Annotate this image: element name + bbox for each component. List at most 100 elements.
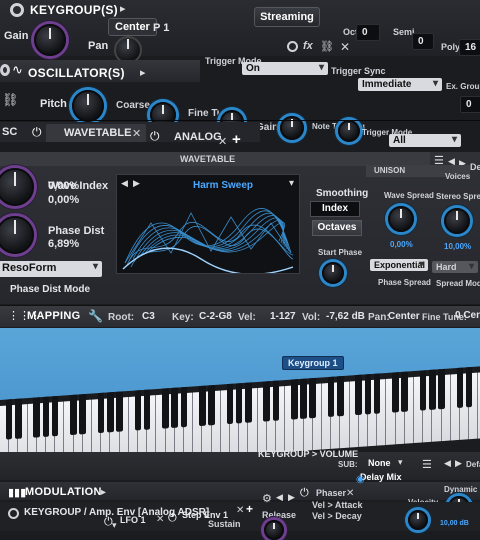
pan-value[interactable]: Center <box>388 311 420 322</box>
power-icon[interactable]: ⏻ <box>300 487 309 500</box>
octaves-button[interactable]: Octaves <box>312 220 362 236</box>
fx-icon[interactable]: fx <box>303 40 313 52</box>
close-icon[interactable]: ✕ <box>346 488 354 499</box>
index-button[interactable]: Index <box>310 201 360 217</box>
expand-icon[interactable]: ▸ <box>101 487 106 498</box>
black-key[interactable] <box>263 381 270 422</box>
black-key[interactable] <box>327 376 335 418</box>
black-key[interactable] <box>401 371 408 412</box>
vel-value[interactable]: 1-127 <box>270 311 296 322</box>
expand-icon[interactable]: ▸ <box>120 2 126 15</box>
black-key[interactable] <box>428 369 436 411</box>
black-key[interactable] <box>456 367 464 409</box>
wave-spread-knob[interactable] <box>388 206 414 232</box>
pitch-knob[interactable] <box>72 90 104 122</box>
black-key[interactable] <box>419 370 427 411</box>
black-key[interactable] <box>226 383 234 425</box>
tools-icon[interactable]: ⚙ <box>262 492 272 505</box>
delay-mix-knob-icon[interactable]: ◉ <box>356 474 365 485</box>
close-icon[interactable]: ✕ <box>132 127 141 140</box>
black-key[interactable] <box>143 389 151 430</box>
black-key[interactable] <box>355 374 362 416</box>
spread-mode-dropdown[interactable]: Hard <box>432 261 478 273</box>
nav-right-icon[interactable]: ▶ <box>288 492 295 503</box>
power-icon[interactable]: ⏻ <box>32 125 42 140</box>
black-key[interactable] <box>79 393 86 435</box>
phase-dist-mode-dropdown[interactable]: ResoForm <box>0 261 102 277</box>
start-phase-knob[interactable] <box>322 262 344 284</box>
velocity-knob[interactable] <box>408 510 428 530</box>
wavetable-name[interactable]: Harm Sweep <box>193 180 253 191</box>
power-icon[interactable]: ⏻ <box>104 516 113 529</box>
power-icon[interactable]: ⏻ <box>150 129 160 144</box>
black-key[interactable] <box>309 377 316 419</box>
link-icon[interactable]: ⛓ <box>2 92 19 108</box>
black-key[interactable] <box>300 378 307 420</box>
power-icon[interactable]: ⏻ <box>168 512 177 525</box>
black-key[interactable] <box>290 379 298 420</box>
lfo-tab[interactable]: LFO 1 <box>120 515 146 525</box>
black-key[interactable] <box>438 368 445 410</box>
black-key[interactable] <box>116 391 123 432</box>
black-key[interactable] <box>244 382 252 423</box>
gear-icon[interactable] <box>10 3 24 17</box>
wrench-icon[interactable]: 🔧 <box>88 309 103 323</box>
close-icon[interactable]: ✕ <box>340 40 350 54</box>
black-key[interactable] <box>42 396 50 438</box>
black-key[interactable] <box>364 374 372 415</box>
black-key[interactable] <box>162 388 169 429</box>
expand-icon[interactable]: ▸ <box>140 66 146 79</box>
nav-right-icon[interactable]: ▶ <box>455 458 462 469</box>
link-icon[interactable]: ⛓ <box>320 40 334 53</box>
gain-knob[interactable] <box>34 24 66 56</box>
chevron-down-icon[interactable]: ▾ <box>289 178 294 189</box>
close-icon[interactable]: ✕ <box>218 135 227 148</box>
info-icon[interactable] <box>287 41 298 52</box>
semi-value[interactable]: 0 <box>412 33 434 50</box>
black-key[interactable] <box>198 385 206 427</box>
nav-left-icon[interactable]: ◀ <box>276 492 283 503</box>
black-key[interactable] <box>180 386 188 428</box>
black-key[interactable] <box>235 383 243 424</box>
black-key[interactable] <box>208 384 215 426</box>
oct-value[interactable]: 0 <box>356 24 380 41</box>
wavetable-nav-left-icon[interactable]: ◀ <box>121 178 128 189</box>
black-key[interactable] <box>5 399 13 440</box>
tab-wavetable[interactable]: WAVETABLE <box>46 124 146 142</box>
black-key[interactable] <box>70 394 77 436</box>
tab-analog[interactable]: ANALOG <box>174 131 222 143</box>
black-key[interactable] <box>106 392 114 433</box>
fine-tune-value[interactable]: 0 Cents <box>455 310 480 321</box>
root-value[interactable]: C3 <box>142 311 155 322</box>
wavetable-display[interactable]: ◀ ▶ Harm Sweep ▾ <box>116 174 300 274</box>
wavetable-nav-right-icon[interactable]: ▶ <box>133 178 140 189</box>
phase-spread-dropdown[interactable]: Exponential <box>370 259 428 271</box>
release-knob[interactable] <box>264 520 284 540</box>
poly-value[interactable]: 16 <box>459 39 480 56</box>
black-key[interactable] <box>134 390 142 431</box>
black-key[interactable] <box>97 392 105 434</box>
add-tab-icon[interactable]: + <box>232 131 241 148</box>
close-icon[interactable]: ✕ <box>156 514 164 525</box>
black-key[interactable] <box>373 373 381 414</box>
black-key[interactable] <box>336 375 344 417</box>
menu-icon[interactable]: ☰ <box>422 458 432 471</box>
osc-trigger-mode-dropdown[interactable]: All <box>389 134 461 147</box>
close-icon[interactable]: ✕ <box>236 505 244 516</box>
trigger-mode-dropdown[interactable]: On <box>242 62 328 75</box>
black-key[interactable] <box>272 380 280 421</box>
keygroup-zone-label[interactable]: Keygroup 1 <box>282 356 344 370</box>
trigger-sync-dropdown[interactable]: Immediate <box>358 78 442 91</box>
black-key[interactable] <box>33 397 40 438</box>
black-key[interactable] <box>465 366 473 408</box>
ex-group-value[interactable]: 0 <box>460 96 480 113</box>
gear-icon[interactable] <box>8 508 19 519</box>
black-key[interactable] <box>14 398 22 439</box>
note-tracking-knob[interactable] <box>338 120 360 142</box>
streaming-button[interactable]: Streaming <box>254 7 320 27</box>
chevron-down-icon[interactable]: ▾ <box>398 457 403 468</box>
add-icon[interactable]: + <box>246 502 253 516</box>
vol-value[interactable]: -7,62 dB <box>326 311 365 322</box>
black-key[interactable] <box>171 387 178 429</box>
black-key[interactable] <box>392 372 399 413</box>
